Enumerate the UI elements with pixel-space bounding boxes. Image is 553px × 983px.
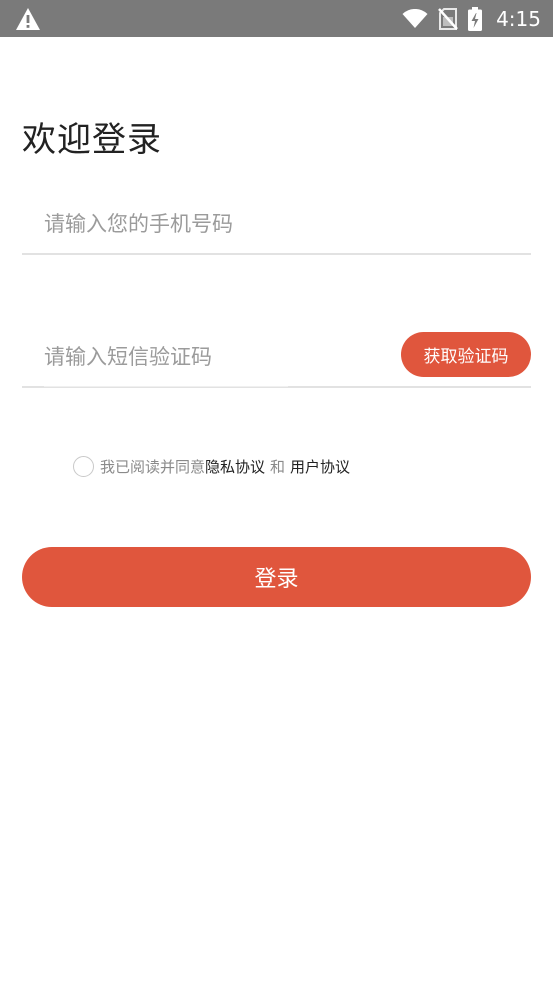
warning-icon — [16, 8, 40, 30]
status-bar: 4:15 — [0, 0, 553, 37]
get-code-button[interactable]: 获取验证码 — [401, 332, 531, 377]
status-icons: 4:15 — [402, 0, 541, 37]
agreement-row: 我已阅读并同意 隐私协议 和 用户协议 — [73, 454, 350, 478]
code-input-underline — [44, 386, 288, 387]
login-button[interactable]: 登录 — [22, 547, 531, 607]
battery-charging-icon — [468, 6, 483, 31]
page-title: 欢迎登录 — [22, 120, 162, 160]
wifi-icon — [402, 8, 428, 28]
privacy-policy-link[interactable]: 隐私协议 — [205, 456, 265, 477]
user-agreement-link[interactable]: 用户协议 — [290, 456, 350, 477]
code-input[interactable] — [44, 328, 404, 386]
phone-input[interactable] — [44, 195, 404, 253]
no-sim-icon — [438, 7, 459, 30]
agreement-and: 和 — [270, 457, 286, 476]
agreement-prefix: 我已阅读并同意 — [100, 457, 206, 476]
agreement-checkbox[interactable] — [73, 455, 94, 477]
status-time: 4:15 — [496, 6, 541, 31]
phone-field — [22, 195, 531, 255]
